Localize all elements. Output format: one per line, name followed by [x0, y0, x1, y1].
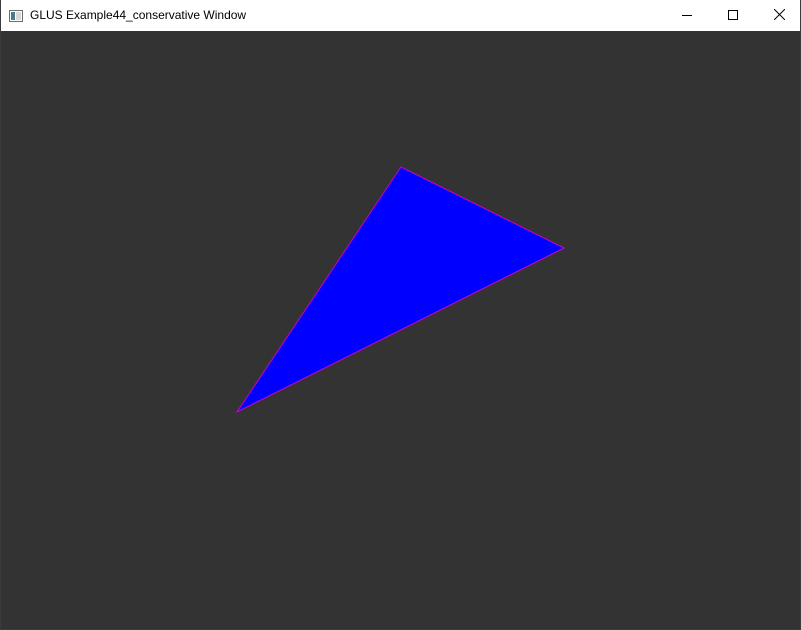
scene-canvas [235, 166, 566, 414]
minimize-icon [682, 7, 692, 25]
blue-triangle [235, 166, 566, 414]
minimize-button[interactable] [664, 0, 710, 31]
app-window-icon [9, 9, 23, 22]
window-title: GLUS Example44_conservative Window [30, 8, 247, 22]
close-button[interactable] [756, 0, 800, 31]
close-icon [773, 7, 785, 25]
render-viewport[interactable] [1, 31, 800, 629]
app-window: GLUS Example44_conservative Window [0, 0, 801, 630]
maximize-icon [728, 7, 738, 25]
title-bar[interactable]: GLUS Example44_conservative Window [1, 0, 800, 31]
maximize-button[interactable] [710, 0, 756, 31]
